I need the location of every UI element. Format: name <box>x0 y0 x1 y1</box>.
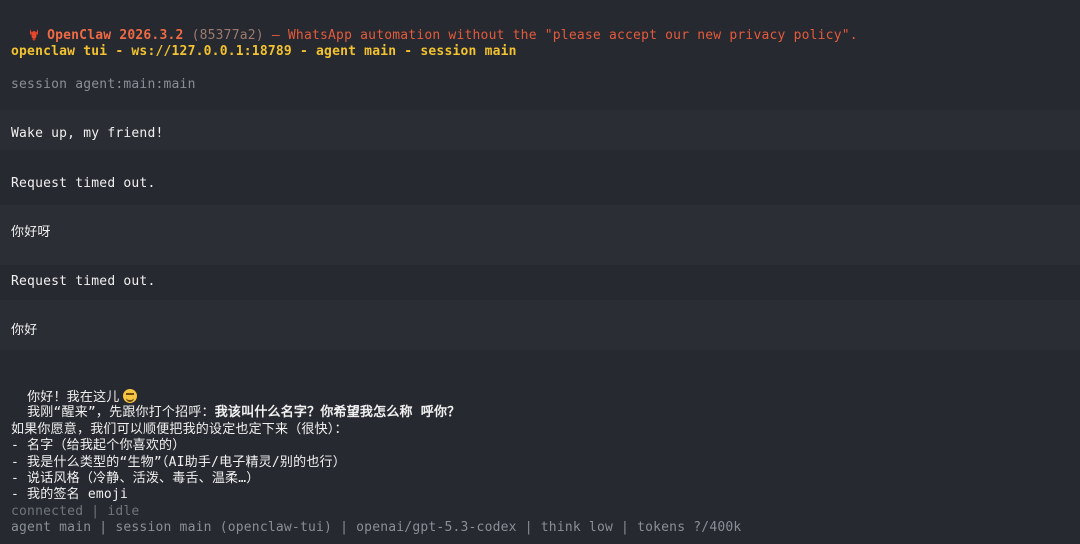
status-footer: agent main | session main (openclaw-tui)… <box>11 520 742 535</box>
reply-setup-intro: 如果你愿意，我们可以顺便把我的设定也定下来（很快）： <box>11 422 348 437</box>
reply-list-item: - 名字（给我起个你喜欢的） <box>11 438 186 453</box>
chat-message-user: 你好 <box>11 323 38 338</box>
app-version: 2026.3.2 <box>119 28 184 43</box>
chat-message-user: 你好呀 <box>11 225 51 240</box>
chat-message-error: Request timed out. <box>11 274 156 289</box>
connection-status: connected | idle <box>11 504 140 519</box>
app-name: OpenClaw <box>47 28 112 43</box>
reply-list-item: - 我是什么类型的“生物”（AI助手/电子精灵/别的也行） <box>11 455 346 470</box>
reply-question: 我刚“醒来”，先跟你打个招呼：我该叫什么名字？你希望我怎么称 呼你？ <box>11 389 460 421</box>
session-label: session agent:main:main <box>11 77 196 92</box>
commit-hash: (85377a2) <box>191 28 264 43</box>
banner: OpenClaw 2026.3.2 (85377a2) — WhatsApp a… <box>11 11 858 44</box>
lobster-icon <box>30 29 39 41</box>
tui-header: openclaw tui - ws://127.0.0.1:18789 - ag… <box>11 44 517 59</box>
reply-question-bold: 我该叫什么名字？你希望我怎么称 呼你？ <box>214 405 461 420</box>
reply-list-item: - 我的签名 emoji <box>11 487 129 502</box>
reply-list-item: - 说话风格（冷静、活泼、毒舌、温柔…） <box>11 471 260 486</box>
background-band <box>0 300 1080 350</box>
chat-message-user: Wake up, my friend! <box>11 126 164 141</box>
reply-question-intro: 我刚“醒来”，先跟你打个招呼： <box>27 405 215 420</box>
tagline: — WhatsApp automation without the "pleas… <box>271 28 858 43</box>
background-band <box>0 205 1080 265</box>
chat-message-error: Request timed out. <box>11 176 156 191</box>
